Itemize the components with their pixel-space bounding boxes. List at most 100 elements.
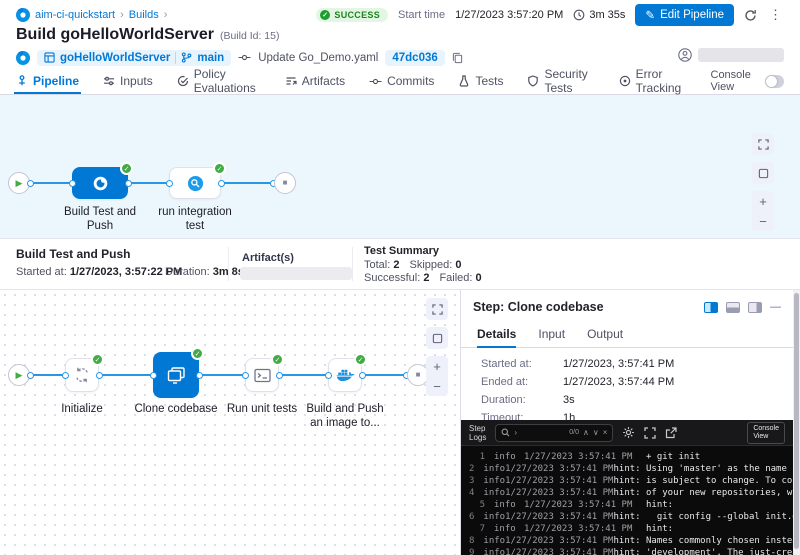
- log-search-input[interactable]: › 0/0 ∧ ∨ ×: [495, 424, 613, 442]
- step-node-run-unit-tests[interactable]: ✓: [245, 358, 279, 392]
- search-icon: [501, 428, 510, 437]
- commit-message: Update Go_Demo.yaml: [258, 52, 378, 64]
- step-label: Run unit tests: [214, 402, 310, 416]
- stage-link: [128, 182, 169, 184]
- test-summary-title: Test Summary: [364, 245, 439, 257]
- tab-pipeline[interactable]: Pipeline: [16, 68, 79, 94]
- fit-to-screen-icon[interactable]: [752, 162, 774, 184]
- scrollbar-thumb[interactable]: [794, 293, 799, 549]
- test-summary-line2: Successful: 2Failed: 0: [364, 272, 482, 284]
- link-connector: [27, 180, 34, 187]
- tab-inputs[interactable]: Inputs: [103, 68, 153, 94]
- error-tracking-icon: [619, 75, 631, 87]
- step-tab-input[interactable]: Input: [538, 320, 565, 347]
- step-started-row: Started at:1/27/2023, 3:57:41 PM: [481, 358, 793, 370]
- step-tab-details[interactable]: Details: [477, 320, 516, 347]
- artifacts-label: Artifact(s): [242, 252, 294, 264]
- search-match-count: 0/0: [569, 429, 579, 436]
- zoom-in-button[interactable]: +: [426, 356, 448, 376]
- stage-label: run integrationtest: [147, 205, 243, 233]
- play-icon: ▶: [16, 371, 23, 380]
- edit-pipeline-button[interactable]: ✎ Edit Pipeline: [635, 4, 734, 26]
- minimize-panel-icon[interactable]: —: [770, 301, 781, 313]
- success-check-icon: ✓: [320, 10, 330, 20]
- log-line: 7info1/27/2023 3:57:41 PMhint:: [469, 523, 793, 535]
- console-view-button[interactable]: ConsoleView: [747, 422, 785, 444]
- harness-logo-icon: [16, 51, 30, 65]
- more-options-icon[interactable]: ⋮: [767, 7, 784, 23]
- console-view-toggle[interactable]: [765, 75, 784, 88]
- tab-artifacts[interactable]: Artifacts: [285, 68, 345, 94]
- artifacts-icon: [285, 75, 297, 87]
- stage-node-run-integration-test[interactable]: ✓: [169, 167, 221, 199]
- elapsed-duration: 3m 35s: [573, 9, 625, 21]
- link-connector: [276, 372, 283, 379]
- inputs-icon: [103, 75, 115, 87]
- stage-node-build-test-and-push[interactable]: ✓: [72, 167, 128, 199]
- zoom-out-button[interactable]: −: [752, 211, 774, 231]
- tab-tests[interactable]: Tests: [458, 68, 503, 94]
- success-check-badge: ✓: [120, 162, 133, 175]
- log-line: 2info1/27/2023 3:57:41 PMhint: Using 'ma…: [469, 463, 793, 475]
- test-summary-line1: Total: 2Skipped: 0: [364, 259, 461, 271]
- link-connector: [96, 372, 103, 379]
- step-label: Build and Pushan image to...: [297, 402, 393, 430]
- success-check-badge: ✓: [354, 353, 367, 366]
- breadcrumb-builds-link[interactable]: Builds: [129, 9, 159, 21]
- stage-graph-canvas: ▶ ✓ ✓ ■ Build Test andPush run integrati…: [0, 95, 800, 238]
- step-details-panel: Step: Clone codebase — Details Input: [460, 290, 793, 555]
- tab-policy-evaluations[interactable]: Policy Evaluations: [177, 68, 261, 94]
- log-open-external-icon[interactable]: [665, 427, 677, 439]
- log-line: 1info1/27/2023 3:57:41 PM+ git init: [469, 451, 793, 463]
- log-settings-gear-icon[interactable]: [622, 426, 635, 439]
- success-check-badge: ✓: [213, 162, 226, 175]
- fullscreen-icon[interactable]: [426, 298, 448, 320]
- step-tab-output[interactable]: Output: [587, 320, 623, 347]
- repo-icon: [44, 52, 55, 63]
- stage-end-node[interactable]: ■: [274, 172, 296, 194]
- step-node-initialize[interactable]: ✓: [65, 358, 99, 392]
- fit-to-screen-icon[interactable]: [426, 327, 448, 349]
- log-line: 3info1/27/2023 3:57:41 PMhint: is subjec…: [469, 475, 793, 487]
- step-link: [30, 374, 65, 376]
- harness-build-page: aim-ci-quickstart › Builds › ✓ SUCCESS S…: [0, 0, 800, 555]
- harness-logo-icon: [16, 8, 30, 22]
- copy-icon[interactable]: [452, 52, 463, 64]
- step-logs-console: StepLogs › 0/0 ∧ ∨ ×: [461, 420, 793, 555]
- log-line: 5info1/27/2023 3:57:41 PMhint:: [469, 499, 793, 511]
- fullscreen-icon[interactable]: [752, 133, 774, 155]
- tab-security-tests[interactable]: Security Tests: [527, 68, 594, 94]
- layout-right-drawer-icon[interactable]: [704, 302, 718, 313]
- build-id-label: (Build Id: 15): [220, 30, 280, 42]
- step-panel-title: Step: Clone codebase: [473, 294, 696, 314]
- log-lines: 1info1/27/2023 3:57:41 PM+ git init 2inf…: [461, 446, 793, 555]
- link-connector: [62, 372, 69, 379]
- search-next-icon[interactable]: ∨: [593, 428, 599, 437]
- terminal-icon: [253, 366, 272, 385]
- step-link: [279, 374, 328, 376]
- commit-sha-pill[interactable]: 47dc036: [385, 50, 444, 66]
- repo-branch-pill[interactable]: goHelloWorldServer main: [37, 50, 231, 66]
- search-clear-icon[interactable]: ×: [603, 428, 608, 437]
- breadcrumb-project-link[interactable]: aim-ci-quickstart: [35, 9, 115, 21]
- step-link: [199, 374, 245, 376]
- toggle-knob: [766, 76, 777, 87]
- log-fullscreen-icon[interactable]: [644, 427, 656, 439]
- scrollbar[interactable]: [793, 290, 800, 555]
- log-line: 9info1/27/2023 3:57:41 PMhint: 'developm…: [469, 547, 793, 555]
- layout-bottom-drawer-icon[interactable]: [726, 302, 740, 313]
- search-prev-icon[interactable]: ∧: [583, 428, 589, 437]
- zoom-in-button[interactable]: +: [752, 191, 774, 211]
- refresh-icon[interactable]: [744, 9, 757, 22]
- layout-right-minimized-icon[interactable]: [748, 302, 762, 313]
- play-icon: ▶: [16, 179, 23, 188]
- zoom-out-button[interactable]: −: [426, 376, 448, 396]
- user-menu[interactable]: [678, 48, 784, 62]
- tab-error-tracking[interactable]: Error Tracking: [619, 68, 687, 94]
- link-connector: [218, 180, 225, 187]
- step-node-build-and-push-image[interactable]: ✓: [328, 358, 362, 392]
- step-label: Initialize: [40, 402, 124, 416]
- step-node-clone-codebase[interactable]: ✓: [153, 352, 199, 398]
- tab-commits[interactable]: Commits: [369, 68, 434, 94]
- step-duration-row: Duration:3s: [481, 394, 793, 406]
